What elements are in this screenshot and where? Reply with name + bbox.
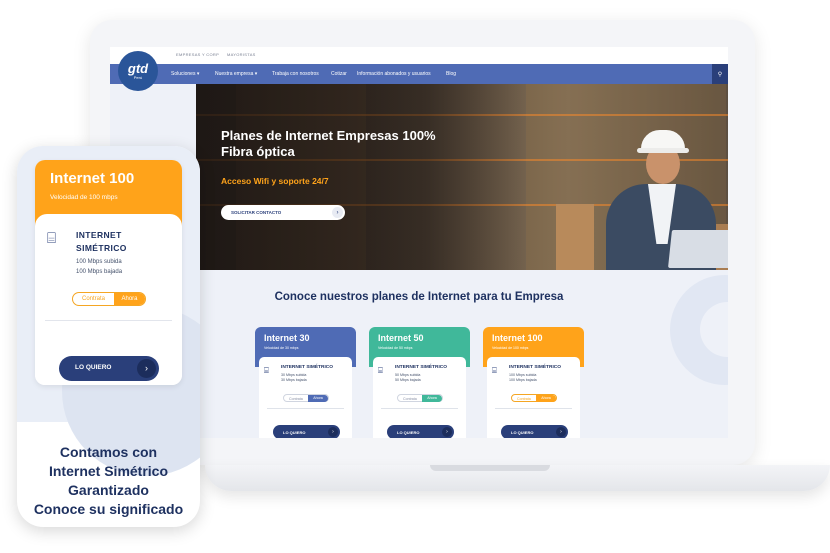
hardhat-brim: [637, 148, 689, 153]
person-laptop: [668, 230, 728, 268]
hero-banner: Planes de Internet Empresas 100% Fibra ó…: [196, 84, 728, 270]
divider: [45, 320, 172, 321]
card-body: ⌸ INTERNET SIMÉTRICO 100 Mbps subida 100…: [35, 214, 182, 385]
plan-card-30: Internet 30 Velocidad de 30 mbps ⌸ INTER…: [255, 327, 356, 438]
caption-line1: Contamos con: [59, 444, 158, 460]
plan-card-50: Internet 50 Velocidad de 50 mbps ⌸ INTER…: [369, 327, 470, 438]
chevron-right-icon: ›: [137, 359, 156, 378]
card-upload: 100 Mbps subida: [76, 259, 122, 265]
chevron-right-icon: ›: [442, 427, 452, 437]
plan-speed: Velocidad de 50 mbps: [378, 346, 413, 350]
divider: [267, 408, 344, 409]
toggle-ahora: Ahora: [536, 395, 556, 402]
top-link-mayoristas[interactable]: MAYORISTAS: [227, 52, 256, 57]
phone-caption: Contamos con Internet Simétrico Garantiz…: [17, 443, 200, 519]
toggle-contrata: Contrata: [289, 396, 303, 401]
plan-name: Internet 100: [492, 333, 543, 343]
hero-button-label: SOLICITAR CONTACTO: [231, 210, 282, 215]
plan-upload: 30 Mbps subida: [281, 373, 307, 377]
toggle-ahora: Ahora: [114, 293, 145, 305]
plan-title: INTERNET SIMÉTRICO: [395, 365, 447, 370]
hero-subtitle: Acceso Wifi y soporte 24/7: [221, 176, 329, 186]
hero-title: Planes de Internet Empresas 100% Fibra ó…: [221, 128, 436, 159]
plan-body: ⌸ INTERNET SIMÉTRICO 30 Mbps subida 30 M…: [259, 357, 352, 438]
main-navbar: Soluciones ▾ Nuestra empresa ▾ Trabaja c…: [110, 64, 728, 84]
button-label: LO QUIERO: [511, 429, 534, 435]
laptop-notch: [430, 465, 550, 471]
chevron-right-icon: ›: [332, 207, 343, 218]
card-title: INTERNET SIMÉTRICO: [76, 229, 127, 255]
plan-body: ⌸ INTERNET SIMÉTRICO 100 Mbps subida 100…: [487, 357, 580, 438]
nav-item-nuestra-empresa[interactable]: Nuestra empresa ▾: [215, 71, 257, 77]
nav-item-cotizar[interactable]: Cotizar: [331, 71, 347, 77]
lo-quiero-button[interactable]: LO QUIERO ›: [387, 425, 454, 438]
toggle-contrata: Contrata: [82, 296, 106, 302]
plan-name: Internet 50: [378, 333, 424, 343]
toggle-contrata: Contrata: [403, 396, 417, 401]
contrata-toggle[interactable]: Contrata Ahora: [397, 394, 443, 402]
top-strip: EMPRESAS Y CORP MAYORISTAS: [110, 47, 728, 64]
website-screen: EMPRESAS Y CORP MAYORISTAS gtd Perú Solu…: [110, 47, 728, 438]
nav-item-blog[interactable]: Blog: [446, 71, 456, 77]
nav-item-informacion[interactable]: Información abonados y usuarios: [357, 71, 431, 77]
chevron-right-icon: ›: [556, 427, 566, 437]
solicitar-contacto-button[interactable]: SOLICITAR CONTACTO ›: [221, 205, 345, 220]
phone-plan-card: Internet 100 Velocidad de 100 mbps ⌸ INT…: [35, 160, 182, 385]
plan-speed: Velocidad de 30 mbps: [264, 346, 299, 350]
plan-upload: 50 Mbps subida: [395, 373, 421, 377]
plan-speed: Velocidad de 100 mbps: [492, 346, 529, 350]
plan-title: INTERNET SIMÉTRICO: [281, 365, 333, 370]
plan-card-100: Internet 100 Velocidad de 100 mbps ⌸ INT…: [483, 327, 584, 438]
card-title-line2: SIMÉTRICO: [76, 243, 127, 253]
lo-quiero-button[interactable]: LO QUIERO ›: [59, 356, 159, 381]
card-plan-speed: Velocidad de 100 mbps: [50, 194, 118, 201]
button-label: LO QUIERO: [397, 429, 420, 435]
router-icon: ⌸: [47, 230, 57, 247]
caption-line2: Internet Simétrico: [48, 463, 169, 479]
plans-section-title: Conoce nuestros planes de Internet para …: [274, 291, 564, 303]
chevron-right-icon: ›: [328, 427, 338, 437]
contrata-toggle[interactable]: Contrata Ahora: [283, 394, 329, 402]
card-download: 100 Mbps bajada: [76, 269, 123, 275]
divider: [381, 408, 458, 409]
router-icon: ⌸: [264, 366, 269, 375]
plan-body: ⌸ INTERNET SIMÉTRICO 50 Mbps subida 50 M…: [373, 357, 466, 438]
toggle-contrata: Contrata: [517, 396, 531, 401]
plan-upload: 100 Mbps subida: [509, 373, 537, 377]
plan-download: 30 Mbps bajada: [281, 378, 307, 382]
button-label: LO QUIERO: [283, 429, 306, 435]
nav-item-soluciones[interactable]: Soluciones ▾: [171, 71, 199, 77]
search-icon[interactable]: ⚲: [712, 64, 728, 84]
logo-text: gtd: [127, 60, 149, 76]
router-icon: ⌸: [492, 366, 497, 375]
button-label: LO QUIERO: [75, 364, 112, 371]
lo-quiero-button[interactable]: LO QUIERO ›: [273, 425, 340, 438]
card-plan-name: Internet 100: [50, 170, 135, 187]
router-icon: ⌸: [378, 366, 383, 375]
plan-name: Internet 30: [264, 333, 310, 343]
toggle-ahora: Ahora: [422, 395, 442, 402]
cardboard-box: [556, 204, 594, 270]
toggle-ahora: Ahora: [308, 395, 328, 402]
plan-download: 50 Mbps bajada: [395, 378, 421, 382]
divider: [495, 408, 572, 409]
card-title-line1: INTERNET: [76, 230, 122, 240]
plan-title: INTERNET SIMÉTRICO: [509, 365, 561, 370]
gtd-logo[interactable]: gtd Perú: [118, 51, 158, 91]
caption-line4[interactable]: Conoce su significado: [17, 500, 200, 519]
contrata-toggle[interactable]: Contrata Ahora: [72, 292, 146, 306]
top-link-empresas[interactable]: EMPRESAS Y CORP: [176, 52, 219, 57]
plan-download: 100 Mbps bajada: [509, 378, 537, 382]
caption-line3: Garantizado: [68, 482, 149, 498]
lo-quiero-button[interactable]: LO QUIERO ›: [501, 425, 568, 438]
nav-item-trabaja[interactable]: Trabaja con nosotros: [272, 71, 319, 77]
logo-subtext: Perú: [133, 74, 143, 80]
phone-mockup: Internet 100 Velocidad de 100 mbps ⌸ INT…: [17, 146, 200, 527]
contrata-toggle[interactable]: Contrata Ahora: [511, 394, 557, 402]
